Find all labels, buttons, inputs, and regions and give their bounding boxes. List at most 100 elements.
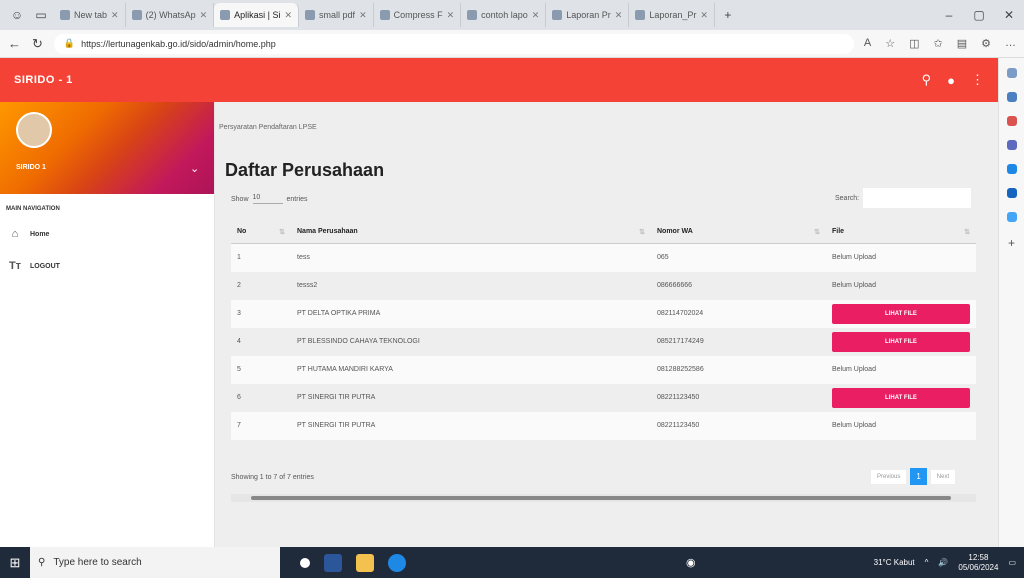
more-options-icon[interactable]: … (1005, 37, 1016, 50)
browser-tab[interactable]: small pdf ✕ (299, 3, 374, 27)
search-icon[interactable]: ⚲ (922, 72, 932, 88)
extensions-icon[interactable]: ⚙ (981, 37, 991, 50)
sidebar-item-logout[interactable]: Tт LOGOUT (0, 250, 214, 282)
cell-wa: 081288252586 (651, 355, 826, 384)
browser-tab[interactable]: contoh lapo ✕ (461, 3, 547, 27)
table-search: Search: (835, 188, 972, 208)
app-brand[interactable]: SIRIDO - 1 (14, 74, 73, 86)
cell-wa: 085217174249 (651, 327, 826, 356)
url-text: https://lertunagenkab.go.id/sido/admin/h… (81, 38, 276, 49)
maximize-button[interactable]: ▢ (964, 8, 994, 22)
back-button[interactable]: ← (8, 36, 21, 51)
url-field[interactable]: 🔒 https://lertunagenkab.go.id/sido/admin… (53, 33, 854, 54)
weather-text[interactable]: 31°C Kabut (874, 558, 915, 567)
browser-tab[interactable]: Laporan Pr ✕ (546, 3, 630, 27)
taskbar-search-placeholder: Type here to search (53, 557, 142, 568)
up-arrow-icon[interactable]: ^ (925, 558, 929, 567)
show-label: Show (231, 195, 249, 203)
previous-button[interactable]: Previous (871, 469, 907, 484)
workspaces-icon[interactable]: ▭ (30, 4, 52, 26)
avatar (16, 112, 52, 148)
next-button[interactable]: Next (930, 469, 956, 484)
cell-wa: 08221123450 (651, 383, 826, 412)
split-screen-icon[interactable]: ◫ (909, 37, 919, 50)
browser-tab[interactable]: Aplikasi | Si ✕ (214, 3, 300, 27)
file-explorer-icon[interactable] (356, 553, 374, 572)
outlook-icon[interactable] (1006, 164, 1017, 174)
close-tab-icon[interactable]: ✕ (200, 10, 208, 21)
col-wa[interactable]: Nomor WA ⇅ (651, 220, 826, 244)
add-icon[interactable]: + (1008, 236, 1015, 250)
entries-select[interactable]: 10 (252, 194, 283, 204)
refresh-button[interactable]: ↻ (31, 36, 44, 52)
scrollbar-thumb[interactable] (251, 496, 951, 500)
user-info-panel: SIRIDO 1 ⌄ (0, 102, 214, 194)
search-icon: ⚲ (38, 557, 46, 568)
more-vert-icon[interactable]: ⋮ (971, 72, 984, 88)
page-1-button[interactable]: 1 (910, 468, 927, 485)
window-controls: – ▢ ✕ (934, 8, 1024, 22)
browser-tab[interactable]: Compress F ✕ (374, 3, 462, 27)
collections-icon[interactable]: ▤ (957, 37, 967, 50)
close-tab-icon[interactable]: ✕ (111, 10, 119, 21)
office-icon[interactable] (1006, 188, 1017, 198)
company-table: No ⇅ Nama Perusahaan ⇅ Nomor WA ⇅ File ⇅ 1 te… (231, 220, 976, 440)
close-tab-icon[interactable]: ✕ (359, 10, 367, 21)
cell-nama: PT SINERGI TIR PUTRA (291, 411, 651, 440)
close-tab-icon[interactable]: ✕ (447, 10, 455, 21)
windows-start-icon[interactable]: ⊞ (0, 555, 30, 571)
chevron-down-icon[interactable]: ⌄ (190, 162, 199, 175)
col-label: Nomor WA (657, 228, 693, 235)
close-tab-icon[interactable]: ✕ (285, 10, 293, 21)
tab-favicon (131, 10, 142, 20)
lihat-file-button[interactable]: LIHAT FILE (832, 303, 970, 324)
close-tab-icon[interactable]: ✕ (615, 10, 623, 21)
table-row: 1 tess 065 Belum Upload (231, 243, 976, 272)
task-view-icon[interactable] (300, 557, 310, 568)
browser-tab[interactable]: (2) WhatsAp ✕ (126, 3, 215, 27)
cell-no: 1 (231, 243, 291, 272)
notification-icon[interactable]: ● (947, 73, 955, 88)
browser-tab[interactable]: Laporan_Pr ✕ (629, 3, 715, 27)
search-icon[interactable] (1006, 68, 1017, 78)
shopping-icon[interactable] (1006, 116, 1017, 126)
browser-tab[interactable]: New tab ✕ (54, 3, 126, 27)
cell-nama: PT HUTAMA MANDIRI KARYA (291, 355, 651, 384)
col-label: File (832, 228, 845, 235)
lihat-file-button[interactable]: LIHAT FILE (832, 331, 970, 352)
copilot-icon[interactable] (1006, 92, 1017, 102)
sidebar-item-label: LOGOUT (30, 262, 60, 270)
col-file[interactable]: File ⇅ (826, 220, 976, 244)
send-icon[interactable] (1006, 212, 1017, 222)
cell-nama: PT SINERGI TIR PUTRA (291, 383, 651, 412)
favorite-star-icon[interactable]: ☆ (885, 37, 895, 50)
close-tab-icon[interactable]: ✕ (532, 10, 540, 21)
horizontal-scrollbar[interactable] (231, 494, 976, 502)
lihat-file-button[interactable]: LIHAT FILE (832, 387, 970, 408)
col-no[interactable]: No ⇅ (231, 220, 291, 244)
volume-icon[interactable]: 🔊 (938, 558, 948, 567)
browser-toolbar-icons: A ☆ ◫ ✩ ▤ ⚙ … (864, 37, 1016, 50)
breadcrumb: Persyaratan Pendaftaran LPSE (219, 124, 317, 131)
notification-center-icon[interactable]: ▭ (1008, 558, 1016, 567)
word-icon[interactable] (324, 553, 342, 572)
favorites-icon[interactable]: ✩ (934, 37, 943, 50)
read-aloud-icon[interactable]: A (864, 37, 871, 50)
taskbar-search[interactable]: ⚲ Type here to search (30, 547, 280, 578)
minimize-button[interactable]: – (934, 8, 964, 22)
nav-header: MAIN NAVIGATION (6, 206, 60, 212)
clock-time: 12:58 (968, 552, 989, 562)
edge-icon[interactable] (388, 553, 406, 572)
close-window-button[interactable]: ✕ (994, 8, 1024, 22)
table-row: 4 PT BLESSINDO CAHAYA TEKNOLOGI 0852171742… (231, 327, 976, 356)
chrome-icon[interactable]: ◉ (686, 556, 696, 569)
tools-icon[interactable] (1006, 140, 1017, 150)
clock[interactable]: 12:58 05/06/2024 (958, 553, 998, 573)
new-tab-button[interactable]: + (717, 4, 739, 26)
sidebar-item-home[interactable]: ⌂ Home (0, 218, 214, 250)
table-row: 5 PT HUTAMA MANDIRI KARYA 081288252586 Belu… (231, 355, 976, 384)
search-input[interactable] (863, 188, 972, 208)
profile-icon[interactable]: ☺ (6, 4, 28, 26)
col-nama[interactable]: Nama Perusahaan ⇅ (291, 220, 651, 244)
close-tab-icon[interactable]: ✕ (700, 10, 708, 21)
